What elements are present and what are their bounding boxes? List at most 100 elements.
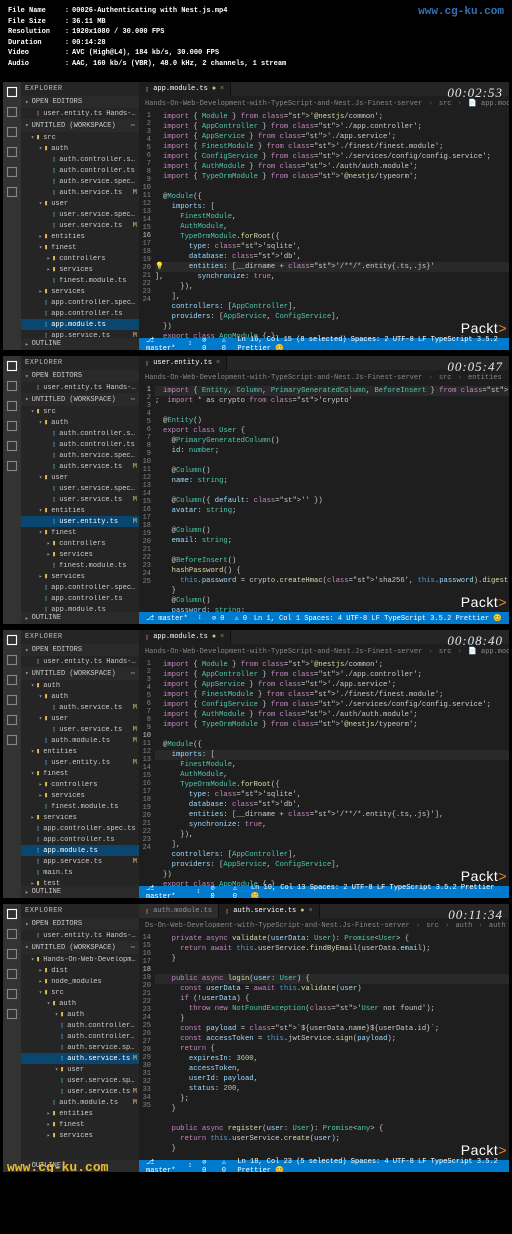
tree-folder[interactable]: ▮services <box>21 790 139 801</box>
tree-file[interactable]: ▯app.controller.spec.ts <box>21 823 139 834</box>
code-editor[interactable]: private async validate(userData: User): … <box>155 932 509 1160</box>
source-control-icon[interactable] <box>6 126 18 138</box>
sync-icon[interactable]: ↕ <box>185 1162 195 1170</box>
debug-icon[interactable] <box>6 968 18 980</box>
tree-folder[interactable]: ▮auth <box>21 417 139 428</box>
tree-file[interactable]: ▯user.service.tsM <box>21 220 139 231</box>
tree-file[interactable]: ▯auth.service.spec.ts <box>21 176 139 187</box>
sidebar-actions[interactable]: ⋯ <box>131 669 135 678</box>
tree-folder[interactable]: ▮auth <box>21 998 139 1009</box>
tree-file[interactable]: ▯app.controller.ts <box>21 308 139 319</box>
tree-folder[interactable]: ▮entities <box>21 505 139 516</box>
source-control-icon[interactable] <box>6 400 18 412</box>
tree-file[interactable]: ▯auth.service.tsM <box>21 702 139 713</box>
open-editors-section[interactable]: ▾OPEN EDITORS <box>21 370 139 382</box>
status-errors[interactable]: ⊘ 0 <box>209 614 228 623</box>
tree-file[interactable]: ▯app.controller.ts <box>21 593 139 604</box>
tree-file[interactable]: ▯user.service.spec.ts <box>21 209 139 220</box>
tree-file[interactable]: ▯app.module.ts <box>21 604 139 612</box>
tree-file[interactable]: ▯auth.module.tsM <box>21 735 139 746</box>
tree-file[interactable]: ▯user.service.spec.ts <box>21 1075 139 1086</box>
extensions-icon[interactable] <box>6 714 18 726</box>
debug-icon[interactable] <box>6 420 18 432</box>
tree-folder[interactable]: ▮auth <box>21 680 139 691</box>
tree-file[interactable]: ▯main.ts <box>21 867 139 878</box>
tree-file[interactable]: ▯app.module.ts <box>21 319 139 330</box>
tree-folder[interactable]: ▮auth <box>21 1009 139 1020</box>
outline-section[interactable]: ▸OUTLINE <box>21 612 139 624</box>
sync-icon[interactable]: ↕ <box>185 340 195 348</box>
search-icon[interactable] <box>6 380 18 392</box>
editor-tab[interactable]: ▯user.entity.ts× <box>139 356 227 370</box>
sync-icon[interactable]: ↕ <box>193 888 203 896</box>
tree-folder[interactable]: ▮auth <box>21 691 139 702</box>
close-icon[interactable]: × <box>220 633 224 641</box>
tree-folder[interactable]: ▮entities <box>21 1108 139 1119</box>
tree-file[interactable]: ▯auth.controller.ts <box>21 1031 139 1042</box>
workspace-section[interactable]: ▾UNTITLED (WORKSPACE)⋯ <box>21 941 139 954</box>
tree-folder[interactable]: ▮src <box>21 406 139 417</box>
source-control-icon[interactable] <box>6 674 18 686</box>
code-editor[interactable]: import { Module } from class="st">'@nest… <box>155 110 509 338</box>
remote-icon[interactable] <box>6 1008 18 1020</box>
tree-folder[interactable]: ▮controllers <box>21 538 139 549</box>
close-icon[interactable]: × <box>220 85 224 93</box>
tree-folder[interactable]: ▮services <box>21 264 139 275</box>
open-editors-section[interactable]: ▾OPEN EDITORS <box>21 918 139 930</box>
tree-file[interactable]: ▯auth.controller.ts <box>21 439 139 450</box>
tree-folder[interactable]: ▮dist <box>21 965 139 976</box>
tree-file[interactable]: ▯auth.service.tsM <box>21 187 139 198</box>
tree-file[interactable]: ▯app.service.tsM <box>21 330 139 338</box>
extensions-icon[interactable] <box>6 440 18 452</box>
files-icon[interactable] <box>6 908 18 920</box>
status-right[interactable]: Ln 1, Col 1 Spaces: 4 UTF-8 LF TypeScrip… <box>251 614 505 623</box>
extensions-icon[interactable] <box>6 166 18 178</box>
remote-icon[interactable] <box>6 734 18 746</box>
files-icon[interactable] <box>6 634 18 646</box>
tree-folder[interactable]: ▮services <box>21 549 139 560</box>
files-icon[interactable] <box>6 360 18 372</box>
outline-section[interactable]: ▸OUTLINE <box>21 886 139 898</box>
tree-file[interactable]: ▯finest.module.ts <box>21 560 139 571</box>
tree-folder[interactable]: ▮finest <box>21 242 139 253</box>
tree-file[interactable]: ▯app.module.ts <box>21 845 139 856</box>
tree-file[interactable]: ▯user.service.tsM <box>21 494 139 505</box>
tree-folder[interactable]: ▮finest <box>21 527 139 538</box>
tree-file[interactable]: ▯user.entity.tsM <box>21 757 139 768</box>
open-editor-item[interactable]: ▯user.entity.ts Hands-On-Web-De... <box>21 382 139 393</box>
tree-file[interactable]: ▯auth.controller.spec.ts <box>21 1020 139 1031</box>
tree-file[interactable]: ▯auth.controller.ts <box>21 165 139 176</box>
sidebar-actions[interactable]: ⋯ <box>131 121 135 130</box>
remote-icon[interactable] <box>6 460 18 472</box>
code-editor[interactable]: import { Entity, Column, PrimaryGenerate… <box>155 384 509 612</box>
tree-folder[interactable]: ▮controllers <box>21 779 139 790</box>
tree-file[interactable]: ▯auth.controller.spec.ts <box>21 154 139 165</box>
open-editor-item[interactable]: ▯user.entity.ts Hands-On-Web-D... <box>21 656 139 667</box>
open-editors-section[interactable]: ▾OPEN EDITORS <box>21 96 139 108</box>
tree-folder[interactable]: ▮node_modules <box>21 976 139 987</box>
files-icon[interactable] <box>6 86 18 98</box>
tree-file[interactable]: ▯auth.service.tsM <box>21 461 139 472</box>
tree-file[interactable]: ▯app.controller.spec.ts <box>21 297 139 308</box>
tree-folder[interactable]: ▮user <box>21 713 139 724</box>
open-editors-section[interactable]: ▾OPEN EDITORS <box>21 644 139 656</box>
status-warnings[interactable]: ⚠ 0 <box>232 614 251 623</box>
close-icon[interactable]: × <box>216 359 220 367</box>
search-icon[interactable] <box>6 654 18 666</box>
workspace-section[interactable]: ▾UNTITLED (WORKSPACE)⋯ <box>21 667 139 680</box>
tree-file[interactable]: ▯auth.module.tsM <box>21 1097 139 1108</box>
debug-icon[interactable] <box>6 146 18 158</box>
editor-tab[interactable]: ▯app.module.ts●× <box>139 82 231 96</box>
tree-file[interactable]: ▯user.service.spec.ts <box>21 483 139 494</box>
tree-folder[interactable]: ▮src <box>21 132 139 143</box>
tree-folder[interactable]: ▮controllers <box>21 253 139 264</box>
tree-folder[interactable]: ▮services <box>21 286 139 297</box>
tree-file[interactable]: ▯finest.module.ts <box>21 801 139 812</box>
sidebar-actions[interactable]: ⋯ <box>131 395 135 404</box>
tree-folder[interactable]: ▮auth <box>21 143 139 154</box>
source-control-icon[interactable] <box>6 948 18 960</box>
editor-tab[interactable]: ▯app.module.ts●× <box>139 630 231 644</box>
editor-tab[interactable]: ▯auth.service.ts●× <box>219 904 320 918</box>
tree-file[interactable]: ▯app.controller.spec.ts <box>21 582 139 593</box>
code-editor[interactable]: import { Module } from class="st">'@nest… <box>155 658 509 886</box>
